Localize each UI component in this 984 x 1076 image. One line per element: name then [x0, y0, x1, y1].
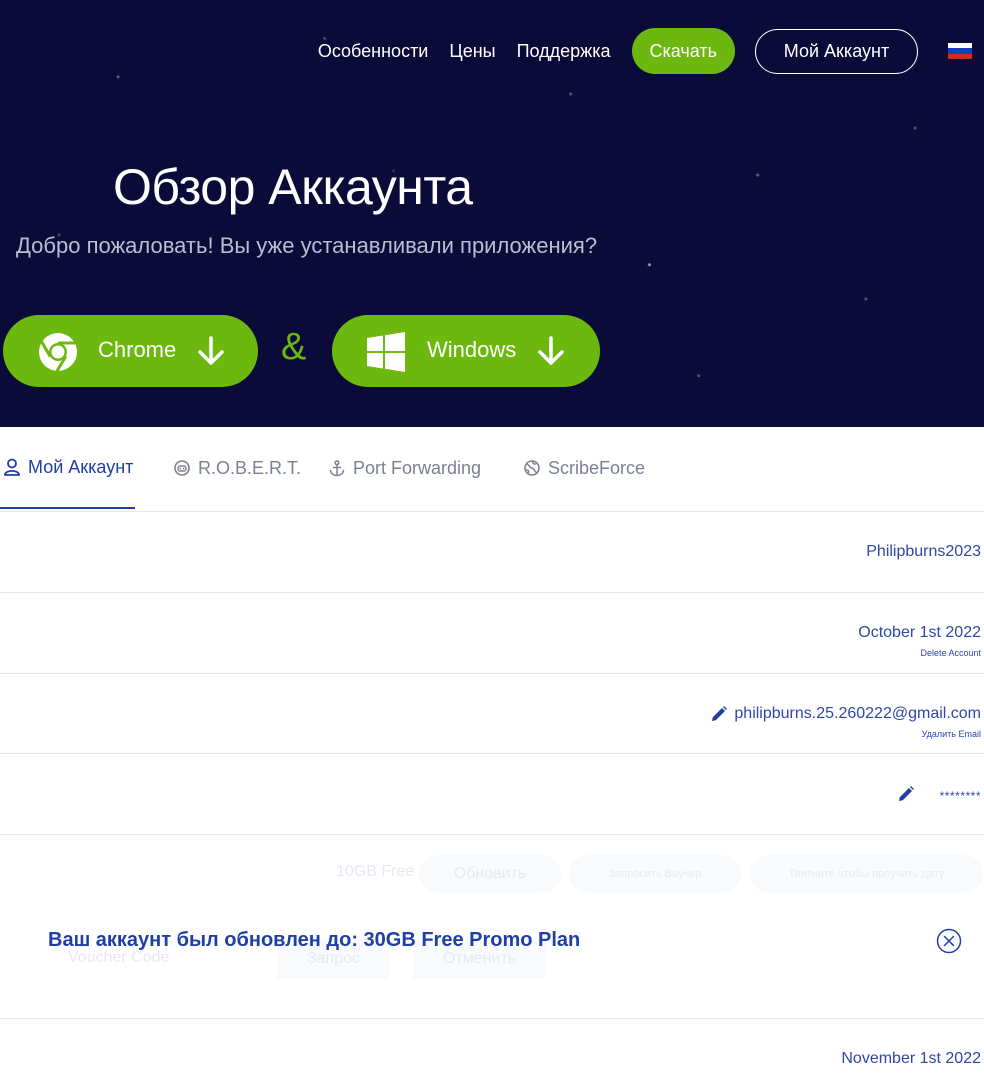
nav-features-link[interactable]: Особенности: [318, 41, 429, 62]
edit-email-icon[interactable]: [710, 705, 728, 728]
close-toast-icon[interactable]: [936, 928, 962, 954]
windows-icon: [366, 332, 406, 378]
chrome-download-button[interactable]: Chrome: [3, 315, 258, 387]
tab-label: Мой Аккаунт: [28, 456, 134, 477]
top-nav: Особенности Цены Поддержка Скачать Мой А…: [318, 27, 984, 75]
password-value: ********: [939, 789, 981, 803]
tweet-for-date-button[interactable]: Твитните чтобы получить дату: [750, 855, 983, 893]
page-title: Обзор Аккаунта: [113, 159, 473, 215]
russia-flag-icon[interactable]: [948, 43, 972, 59]
chrome-icon: [38, 332, 78, 378]
email-row: philipburns.25.260222@gmail.com Удалить …: [0, 674, 984, 754]
my-account-button[interactable]: Мой Аккаунт: [755, 28, 918, 74]
anchor-icon: [329, 459, 345, 477]
nav-prices-link[interactable]: Цены: [449, 41, 495, 62]
plan-name: 10GB Free: [336, 863, 415, 880]
delete-email-link[interactable]: Удалить Email: [922, 729, 981, 739]
username-row: Philipburns2023: [0, 512, 984, 593]
download-arrow-icon: [196, 335, 226, 373]
hero-section: Особенности Цены Поддержка Скачать Мой А…: [0, 0, 984, 427]
tab-robert[interactable]: R.O.B.E.R.T.: [174, 427, 301, 509]
email-value: philipburns.25.260222@gmail.com: [734, 705, 981, 722]
expiry-date-value: November 1st 2022: [841, 1050, 981, 1067]
username-value: Philipburns2023: [866, 543, 981, 560]
chrome-label: Chrome: [98, 337, 177, 362]
download-button[interactable]: Скачать: [631, 28, 735, 74]
robot-icon: [174, 460, 190, 476]
plan-row: 10GB Free Обновить Запросить Ваучер Твит…: [0, 835, 984, 1019]
nav-support-link[interactable]: Поддержка: [517, 41, 611, 62]
delete-account-link[interactable]: Delete Account: [920, 648, 981, 658]
created-date-value: October 1st 2022: [858, 624, 981, 641]
welcome-subtitle: Добро пожаловать! Вы уже устанавливали п…: [16, 233, 598, 258]
windows-label: Windows: [427, 337, 517, 362]
account-tabs: Мой Аккаунт R.O.B.E.R.T. Port Forwarding…: [0, 427, 984, 512]
created-row: October 1st 2022 Delete Account: [0, 593, 984, 674]
upgrade-button[interactable]: Обновить: [419, 855, 561, 893]
windows-download-button[interactable]: Windows: [332, 315, 600, 387]
edit-password-icon[interactable]: [897, 785, 915, 808]
tab-my-account[interactable]: Мой Аккаунт: [0, 427, 135, 509]
user-icon: [4, 458, 20, 476]
download-arrow-icon: [536, 335, 566, 373]
tab-label: R.O.B.E.R.T.: [198, 457, 302, 478]
expiry-row: November 1st 2022: [0, 1019, 984, 1076]
upgrade-toast-message: Ваш аккаунт был обновлен до: 30GB Free P…: [48, 929, 581, 951]
tab-label: Port Forwarding: [353, 457, 482, 478]
tab-port-forwarding[interactable]: Port Forwarding: [329, 427, 481, 509]
tab-scribeforce[interactable]: ScribeForce: [524, 427, 645, 509]
tab-label: ScribeForce: [548, 457, 646, 478]
request-voucher-button[interactable]: Запросить Ваучер: [569, 855, 741, 893]
ampersand: &: [281, 326, 307, 368]
password-row: ********: [0, 754, 984, 835]
globe-icon: [524, 460, 540, 476]
